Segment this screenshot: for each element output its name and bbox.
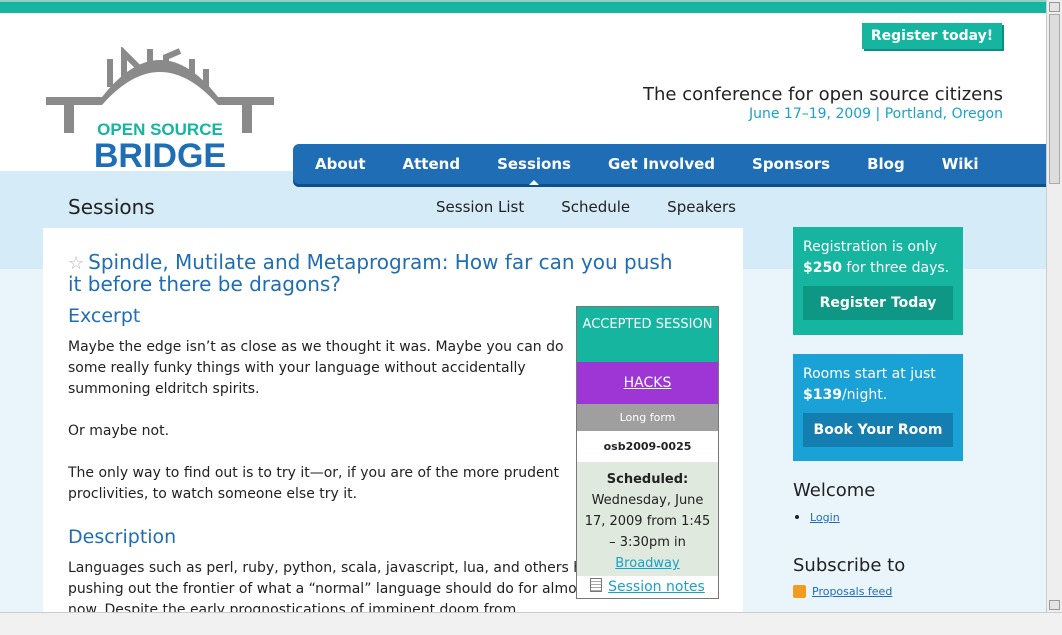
vertical-scrollbar[interactable] bbox=[1046, 0, 1062, 612]
track-hacks-link[interactable]: HACKS bbox=[577, 362, 718, 404]
scheduled-text: Wednesday, June 17, 2009 from 1:45 – 3:3… bbox=[584, 493, 711, 550]
hotel-promo-text: Rooms start at just $139/night. bbox=[803, 364, 953, 406]
register-today-sidebar-button[interactable]: Register Today bbox=[803, 286, 953, 320]
event-dateline: June 17–19, 2009 | Portland, Oregon bbox=[748, 106, 1003, 122]
login-link[interactable]: Login bbox=[810, 511, 840, 524]
book-your-room-button[interactable]: Book Your Room bbox=[803, 413, 953, 447]
promo1-price: $250 bbox=[803, 260, 842, 276]
excerpt-paragraph-3: The only way to find out is to try it—or… bbox=[68, 465, 559, 502]
excerpt-paragraph-2: Or maybe not. bbox=[68, 423, 170, 439]
nav-blog[interactable]: Blog bbox=[867, 155, 905, 173]
nav-wiki[interactable]: Wiki bbox=[942, 155, 979, 173]
promo2-text-b: /night. bbox=[841, 387, 888, 403]
session-notes-label: Session notes bbox=[608, 579, 705, 595]
room-broadway-link[interactable]: Broadway bbox=[615, 556, 679, 571]
scroll-up-arrow-icon[interactable] bbox=[1049, 2, 1060, 12]
session-notes-link[interactable]: Session notes bbox=[577, 576, 718, 598]
bridge-logo-icon: OPEN SOURCE BRIDGE bbox=[46, 45, 274, 175]
register-today-button[interactable]: Register today! bbox=[862, 23, 1002, 49]
site-tagline: The conference for open source citizens bbox=[643, 84, 1003, 105]
sessions-subnav: Session List Schedule Speakers bbox=[436, 198, 736, 216]
session-content: ☆ Spindle, Mutilate and Metaprogram: How … bbox=[43, 228, 743, 612]
session-title: Spindle, Mutilate and Metaprogram: How f… bbox=[68, 250, 673, 296]
browser-viewport: Register today! OPEN SOURCE BRIDGE The c… bbox=[0, 0, 1046, 612]
session-status-box: ACCEPTED SESSION HACKS Long form osb2009… bbox=[576, 306, 719, 599]
nav-about[interactable]: About bbox=[315, 155, 366, 173]
session-code: osb2009-0025 bbox=[577, 431, 718, 462]
subnav-schedule[interactable]: Schedule bbox=[561, 198, 630, 216]
list-bullet bbox=[795, 515, 799, 519]
registration-promo-text: Registration is only $250 for three days… bbox=[803, 237, 953, 279]
subscribe-heading: Subscribe to bbox=[793, 555, 906, 576]
hotel-promo: Rooms start at just $139/night. Book You… bbox=[793, 354, 963, 461]
session-title-row: ☆ Spindle, Mutilate and Metaprogram: How … bbox=[68, 252, 688, 295]
scheduled-label: Scheduled: bbox=[606, 472, 689, 487]
star-favorite-icon[interactable]: ☆ bbox=[68, 253, 84, 274]
promo1-text-a: Registration is only bbox=[803, 239, 938, 255]
nav-attend[interactable]: Attend bbox=[403, 155, 461, 173]
nav-get-involved[interactable]: Get Involved bbox=[608, 155, 715, 173]
subnav-speakers[interactable]: Speakers bbox=[667, 198, 736, 216]
session-form-label: Long form bbox=[577, 404, 718, 431]
subnav-session-list[interactable]: Session List bbox=[436, 198, 524, 216]
nav-sponsors[interactable]: Sponsors bbox=[752, 155, 830, 173]
logo-text-bottom: BRIDGE bbox=[94, 137, 226, 175]
accepted-status-badge: ACCEPTED SESSION bbox=[577, 307, 718, 362]
document-icon bbox=[590, 578, 603, 592]
registration-promo: Registration is only $250 for three days… bbox=[793, 227, 963, 335]
nav-sessions[interactable]: Sessions bbox=[497, 155, 571, 185]
open-source-bridge-logo[interactable]: OPEN SOURCE BRIDGE bbox=[42, 45, 278, 181]
promo1-text-b: for three days. bbox=[846, 260, 950, 276]
scrollbar-thumb[interactable] bbox=[1049, 14, 1060, 184]
top-accent-bar bbox=[0, 0, 1046, 13]
promo2-price: $139 bbox=[803, 387, 842, 403]
excerpt-heading: Excerpt bbox=[68, 305, 141, 327]
rss-feed-icon bbox=[793, 585, 806, 598]
welcome-heading: Welcome bbox=[793, 480, 876, 501]
description-heading: Description bbox=[68, 526, 177, 548]
section-title: Sessions bbox=[68, 195, 155, 219]
main-navigation: About Attend Sessions Get Involved Spons… bbox=[293, 144, 1046, 185]
scroll-down-arrow-icon[interactable] bbox=[1049, 600, 1060, 610]
browser-status-area bbox=[0, 612, 1062, 635]
excerpt-paragraph-1: Maybe the edge isn’t as close as we thou… bbox=[68, 339, 564, 397]
schedule-info: Scheduled: Wednesday, June 17, 2009 from… bbox=[577, 462, 718, 576]
promo2-text-a: Rooms start at just bbox=[803, 366, 936, 382]
proposals-feed-link[interactable]: Proposals feed bbox=[812, 585, 892, 598]
